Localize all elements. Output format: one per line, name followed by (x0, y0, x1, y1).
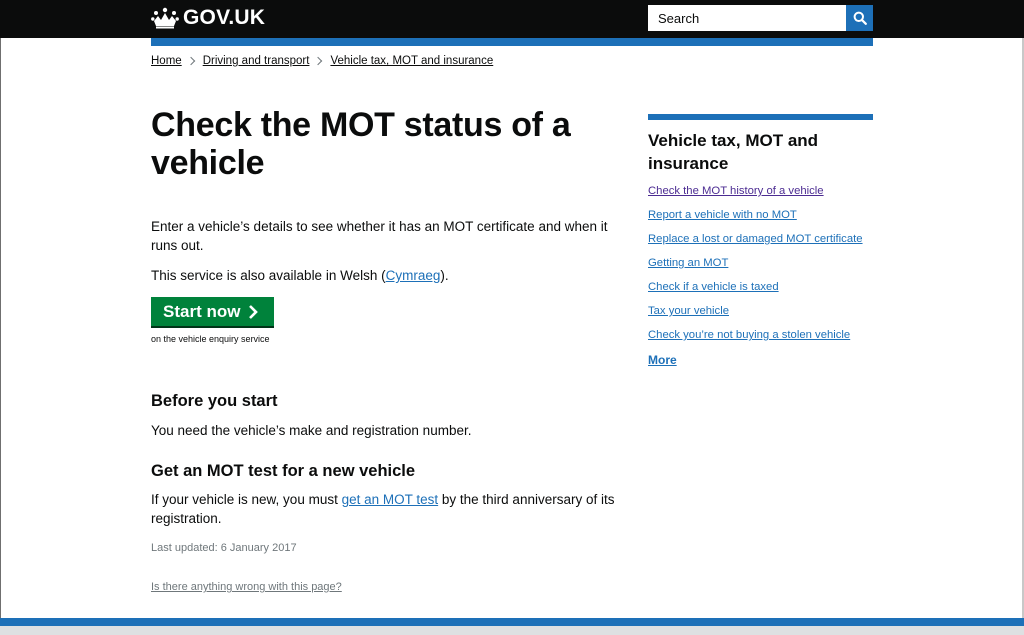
sidebar-link-tax-vehicle[interactable]: Tax your vehicle (648, 305, 729, 317)
sidebar-more-link[interactable]: More (648, 353, 677, 367)
breadcrumb-vehicle-tax[interactable]: Vehicle tax, MOT and insurance (330, 55, 493, 67)
sidebar-link-report-no-mot[interactable]: Report a vehicle with no MOT (648, 209, 797, 221)
start-now-button[interactable]: Start now (151, 297, 274, 328)
chevron-right-icon (249, 304, 259, 319)
list-item: Check if a vehicle is taxed (648, 281, 863, 305)
cymraeg-link[interactable]: Cymraeg (386, 268, 441, 283)
govuk-logo-link[interactable]: GOV.UK (151, 6, 265, 30)
list-item: Check the MOT history of a vehicle (648, 185, 863, 209)
search-input[interactable] (648, 5, 846, 31)
list-item: Getting an MOT (648, 257, 863, 281)
welsh-text-suffix: ). (440, 268, 449, 283)
site-header: GOV.UK (0, 0, 1024, 38)
breadcrumb-chevron-icon (186, 56, 195, 66)
list-item: Report a vehicle with no MOT (648, 209, 863, 233)
logo-text: GOV.UK (183, 6, 266, 29)
footer (0, 626, 1024, 635)
footer-blue-band (0, 618, 1024, 626)
sidebar-links: Check the MOT history of a vehicle Repor… (648, 185, 863, 353)
crown-icon (151, 7, 179, 29)
sidebar-title: Vehicle tax, MOT and insurance (648, 131, 819, 173)
window-edge-left (0, 0, 1, 635)
before-you-start-heading: Before you start (151, 392, 278, 410)
intro-text: Enter a vehicle’s details to see whether… (151, 219, 608, 253)
sidebar-link-check-taxed[interactable]: Check if a vehicle is taxed (648, 281, 779, 293)
header-blue-band (151, 38, 873, 46)
last-updated: Last updated: 6 January 2017 (151, 542, 297, 554)
breadcrumb-driving-and-transport[interactable]: Driving and transport (203, 55, 310, 67)
sidebar-link-mot-history[interactable]: Check the MOT history of a vehicle (648, 185, 824, 197)
new-vehicle-text: If your vehicle is new, you must get an … (151, 490, 631, 528)
breadcrumb-home[interactable]: Home (151, 55, 182, 67)
sidebar-top-border (648, 114, 873, 120)
start-now-label: Start now (163, 301, 241, 321)
new-vehicle-text-prefix: If your vehicle is new, you must (151, 492, 342, 507)
new-vehicle-heading: Get an MOT test for a new vehicle (151, 462, 416, 480)
list-item: Check you’re not buying a stolen vehicle (648, 329, 863, 353)
page-title: Check the MOT status of a vehicle (151, 106, 571, 182)
welsh-availability-text: This service is also available in Welsh … (151, 266, 449, 285)
breadcrumb: Home Driving and transport Vehicle tax, … (151, 55, 493, 67)
sidebar-link-replace-certificate[interactable]: Replace a lost or damaged MOT certificat… (648, 233, 863, 245)
breadcrumb-chevron-icon (314, 56, 323, 66)
sidebar-link-getting-mot[interactable]: Getting an MOT (648, 257, 728, 269)
search-icon (853, 11, 867, 25)
sidebar-link-stolen-vehicle[interactable]: Check you’re not buying a stolen vehicle (648, 329, 850, 341)
report-problem-link[interactable]: Is there anything wrong with this page? (151, 581, 342, 593)
welsh-text-prefix: This service is also available in Welsh … (151, 268, 386, 283)
start-button-note: on the vehicle enquiry service (151, 334, 270, 344)
list-item: Replace a lost or damaged MOT certificat… (648, 233, 863, 257)
before-you-start-text: You need the vehicle’s make and registra… (151, 423, 472, 438)
search-button[interactable] (846, 5, 873, 31)
get-mot-test-link[interactable]: get an MOT test (342, 492, 439, 507)
list-item: Tax your vehicle (648, 305, 863, 329)
